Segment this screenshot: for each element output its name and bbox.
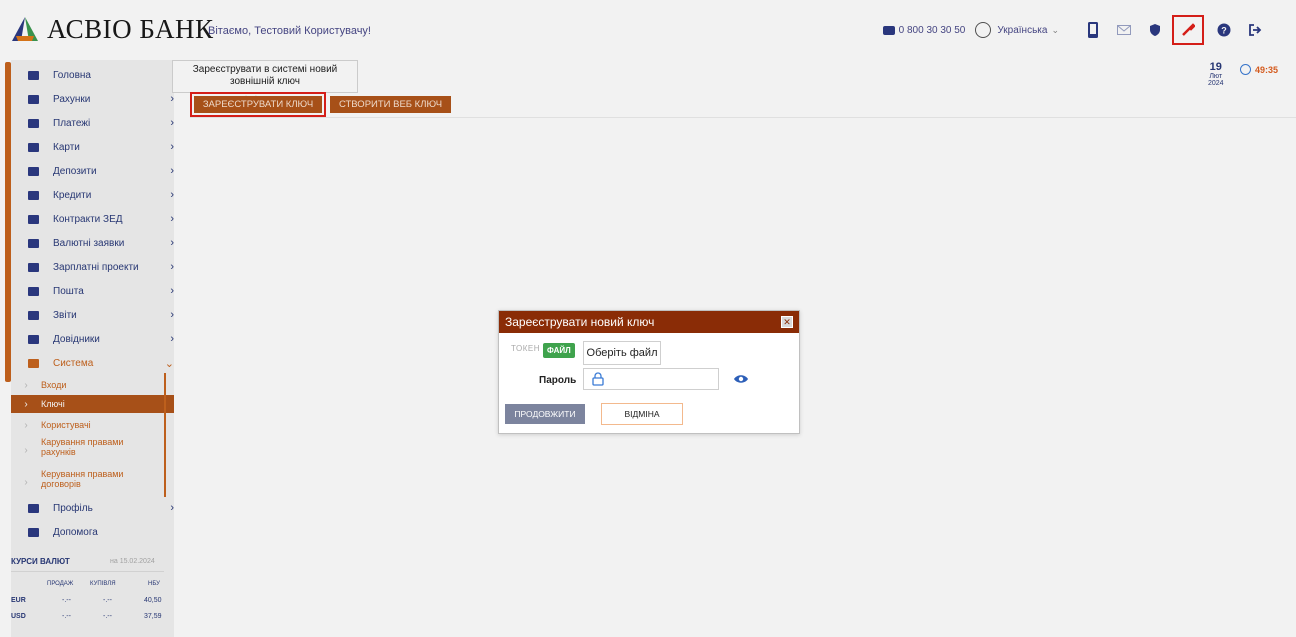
continue-button[interactable]: ПРОДОВЖИТИ <box>505 404 585 424</box>
cancel-button[interactable]: ВІДМІНА <box>601 403 683 425</box>
register-key-dialog: Зареєструвати новий ключ ✕ ТОКЕН ФАЙЛ Об… <box>498 310 800 434</box>
password-label: Пароль <box>539 375 577 386</box>
password-field[interactable] <box>583 368 719 390</box>
lock-icon <box>592 372 604 386</box>
show-password-icon[interactable] <box>732 372 750 386</box>
close-icon[interactable]: ✕ <box>781 316 793 328</box>
dialog-title: Зареєструвати новий ключ <box>505 315 655 329</box>
token-option[interactable]: ТОКЕН <box>511 344 540 353</box>
dialog-header: Зареєструвати новий ключ ✕ <box>499 311 799 333</box>
choose-file-button[interactable]: Оберіть файл <box>583 341 661 365</box>
file-option[interactable]: ФАЙЛ <box>543 343 575 358</box>
